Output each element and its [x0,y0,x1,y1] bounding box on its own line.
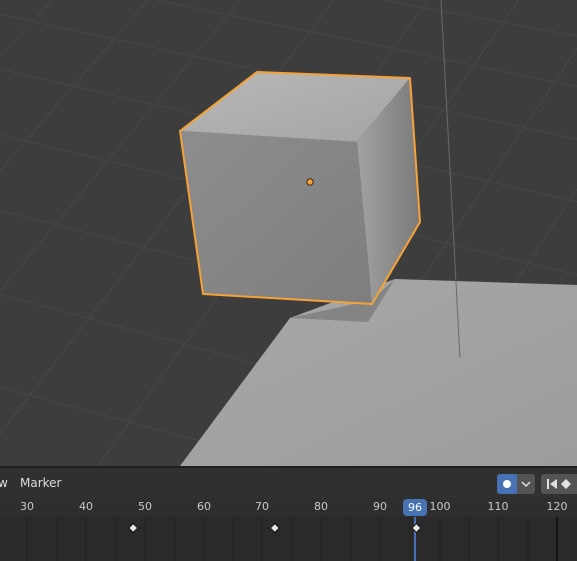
record-dot-icon [503,480,511,488]
tick-label: 40 [79,500,93,513]
tick-label: 120 [546,500,568,513]
keyframes [127,522,422,534]
object-origin-dot [306,178,314,186]
cube-front-face [180,131,372,304]
timeline-header: w Marker [0,466,577,498]
viewport-scene [0,0,577,466]
3d-viewport[interactable] [0,0,577,466]
tick-label: 30 [20,500,34,513]
keyframe-diamond[interactable] [269,522,281,534]
tick-label: 60 [197,500,211,513]
jump-to-start-icon[interactable] [545,478,559,490]
keyframe-diamond[interactable] [127,522,139,534]
tick-label: 110 [487,500,509,513]
keyframe-track [26,517,558,561]
auto-keying-group [497,474,535,494]
ground-plane [180,279,577,466]
timeline-editor: w Marker 30 40 50 60 70 80 90 100 110 12… [0,466,577,561]
frame-ruler[interactable]: 30 40 50 60 70 80 90 100 110 120 96 [0,498,577,517]
tick-label: 80 [314,500,328,513]
playback-controls [541,474,577,494]
tick-label: 70 [255,500,269,513]
jump-to-keyframe-icon[interactable] [559,478,573,490]
auto-keying-dropdown[interactable] [517,474,535,494]
auto-keying-button[interactable] [497,474,517,494]
current-frame-indicator[interactable]: 96 [403,499,427,516]
chevron-down-icon [521,481,531,488]
frame-gridlines [26,517,529,561]
tick-label: 90 [373,500,387,513]
menu-view[interactable]: w [0,476,8,490]
tick-label: 100 [429,500,451,513]
keyframe-area[interactable] [0,517,577,561]
tick-label: 50 [138,500,152,513]
menu-marker[interactable]: Marker [20,476,61,490]
keyframe-diamond[interactable] [411,522,422,534]
